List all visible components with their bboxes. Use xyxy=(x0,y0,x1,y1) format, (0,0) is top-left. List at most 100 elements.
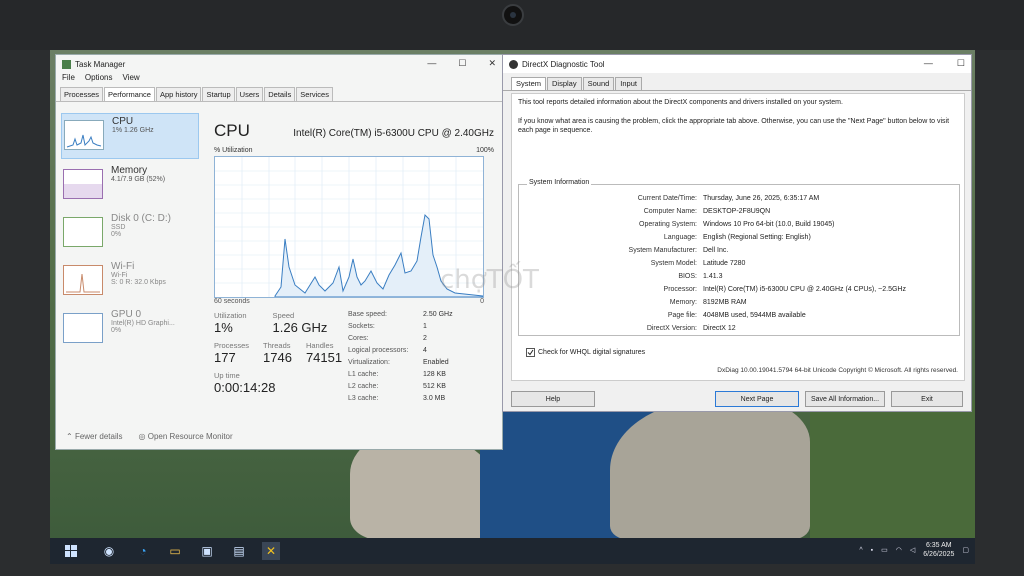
sidebar-item-disk[interactable]: Disk 0 (C: D:) SSD 0% xyxy=(61,211,199,255)
tab-processes[interactable]: Processes xyxy=(60,87,104,101)
next-page-button[interactable]: Next Page xyxy=(715,391,799,407)
save-all-information-button[interactable]: Save All Information... xyxy=(805,391,885,407)
clock-date: 6/26/2025 xyxy=(923,551,955,558)
file-explorer-icon[interactable]: ▭ xyxy=(166,542,184,560)
edge-browser-icon[interactable]: ◔ xyxy=(134,542,152,560)
whql-checkbox[interactable]: Check for WHQL digital signatures xyxy=(526,348,645,357)
volume-icon[interactable]: ◁ xyxy=(910,546,915,554)
menu-options[interactable]: Options xyxy=(85,73,113,85)
sidebar-item-label: GPU 0 xyxy=(111,309,142,320)
minimize-icon[interactable]: — xyxy=(924,58,933,69)
taskbar: ◉ ◔ ▭ ▣ ▤ ✕ ^ ▪ ▭ ◠ ◁ 6:35 AM 6/26/2025 … xyxy=(50,538,975,564)
info-value: Thursday, June 26, 2025, 6:35:17 AM xyxy=(703,195,820,202)
info-key: Processor: xyxy=(663,286,697,293)
start-button[interactable] xyxy=(62,542,80,560)
spec-key: Cores: xyxy=(348,335,369,342)
tab-system[interactable]: System xyxy=(511,77,547,90)
dxdiag-titlebar[interactable]: DirectX Diagnostic Tool xyxy=(503,55,971,73)
system-information-group: System Information Current Date/Time: Thu… xyxy=(518,179,960,336)
spec-value: 128 KB xyxy=(423,371,446,378)
close-icon[interactable]: ✕ xyxy=(488,58,496,69)
utilization-value: 1% xyxy=(214,320,233,335)
wallpaper-trees xyxy=(810,400,975,540)
uptime-label: Up time xyxy=(214,371,240,380)
sidebar-item-label: Disk 0 (C: D:) xyxy=(111,213,171,224)
tab-strip: Processes Performance App history Startu… xyxy=(56,87,502,102)
resource-monitor-label: Open Resource Monitor xyxy=(147,432,233,441)
sidebar-item-label: Memory xyxy=(111,165,148,176)
battery-icon[interactable]: ▭ xyxy=(881,546,888,554)
spec-value: Enabled xyxy=(423,359,449,366)
chevron-up-icon[interactable]: ^ xyxy=(859,547,862,554)
tab-services[interactable]: Services xyxy=(296,87,333,101)
menu-file[interactable]: File xyxy=(62,73,75,85)
menu-bar: File Options View xyxy=(56,73,502,85)
tab-input[interactable]: Input xyxy=(615,77,642,90)
action-center-icon[interactable]: ▢ xyxy=(962,546,969,554)
clock-time: 6:35 AM xyxy=(925,542,952,549)
spec-value: 4 xyxy=(423,347,427,354)
sidebar-item-detail2: 0% xyxy=(111,327,122,334)
info-value: Dell Inc. xyxy=(703,247,729,254)
checkbox-checked-icon xyxy=(526,348,535,357)
copyright-text: DxDiag 10.00.19041.5794 64-bit Unicode C… xyxy=(717,367,958,374)
fewer-details-link[interactable]: ⌃ Fewer details xyxy=(66,432,123,441)
task-manager-icon xyxy=(62,59,71,69)
info-key: BIOS: xyxy=(678,273,697,280)
system-tab-panel: This tool reports detailed information a… xyxy=(511,93,965,381)
open-resource-monitor-link[interactable]: ◎ Open Resource Monitor xyxy=(139,432,233,441)
windows-logo-icon xyxy=(65,545,77,557)
info-value: 1.41.3 xyxy=(703,273,723,280)
maximize-icon[interactable]: ☐ xyxy=(458,58,466,69)
dxdiag-window: DirectX Diagnostic Tool — ☐ System Displ… xyxy=(502,54,972,412)
info-key: Current Date/Time: xyxy=(637,195,697,202)
performance-sidebar: CPU 1% 1.26 GHz Memory 4.1/7.9 GB (52%) Di… xyxy=(61,113,199,393)
dxdiag-taskbar-icon[interactable]: ✕ xyxy=(262,542,280,560)
sidebar-item-wifi[interactable]: Wi-Fi Wi-Fi S: 0 R: 32.0 Kbps xyxy=(61,259,199,303)
info-value: DirectX 12 xyxy=(703,325,736,332)
tab-performance[interactable]: Performance xyxy=(104,87,155,101)
tab-sound[interactable]: Sound xyxy=(582,77,615,90)
media-player-icon[interactable]: ◉ xyxy=(100,542,118,560)
sidebar-item-label: Wi-Fi xyxy=(111,261,135,272)
clock[interactable]: 6:35 AM 6/26/2025 xyxy=(923,541,954,559)
utilization-label: Utilization xyxy=(214,311,247,320)
disk-thumbnail-graph xyxy=(63,217,103,247)
info-key: System Model: xyxy=(650,260,697,267)
utilization-axis-label: % Utilization xyxy=(214,147,253,154)
notification-app-icon[interactable]: ▪ xyxy=(871,547,873,554)
info-value: DESKTOP-2F8U9QN xyxy=(703,208,771,215)
wifi-icon[interactable]: ◠ xyxy=(896,546,902,554)
maximize-icon[interactable]: ☐ xyxy=(957,58,965,69)
dxdiag-icon xyxy=(509,59,518,69)
group-label: System Information xyxy=(527,179,592,186)
minimize-icon[interactable]: — xyxy=(427,58,436,69)
speed-label: Speed xyxy=(272,311,295,320)
sidebar-item-memory[interactable]: Memory 4.1/7.9 GB (52%) xyxy=(61,163,199,207)
tab-display[interactable]: Display xyxy=(547,77,582,90)
spec-key: L1 cache: xyxy=(348,371,379,378)
cpu-model: Intel(R) Core(TM) i5-6300U CPU @ 2.40GHz xyxy=(293,128,494,139)
help-button[interactable]: Help xyxy=(511,391,595,407)
spec-key: Base speed: xyxy=(348,311,387,318)
spec-value: 3.0 MB xyxy=(423,395,446,402)
tab-users[interactable]: Users xyxy=(235,87,264,101)
tab-app-history[interactable]: App history xyxy=(155,87,202,101)
spec-value: 2 xyxy=(423,335,427,342)
tab-startup[interactable]: Startup xyxy=(202,87,235,101)
uptime-value: 0:00:14:28 xyxy=(214,380,276,395)
tab-details[interactable]: Details xyxy=(264,87,296,101)
spec-key: Virtualization: xyxy=(348,359,390,366)
sidebar-item-cpu[interactable]: CPU 1% 1.26 GHz xyxy=(61,113,199,159)
sidebar-item-gpu[interactable]: GPU 0 Intel(R) HD Graphi... 0% xyxy=(61,307,199,351)
menu-view[interactable]: View xyxy=(122,73,139,85)
exit-button[interactable]: Exit xyxy=(891,391,963,407)
cpu-heading: CPU xyxy=(214,121,250,140)
sidebar-item-detail2: 0% xyxy=(111,231,122,238)
laptop-bezel xyxy=(0,0,1024,50)
processes-label: Processes xyxy=(214,341,250,350)
spec-value: 2.50 GHz xyxy=(423,311,453,318)
watermark-logo: chợTỐT xyxy=(440,265,539,295)
store-icon[interactable]: ▣ xyxy=(198,542,216,560)
task-manager-taskbar-icon[interactable]: ▤ xyxy=(230,542,248,560)
